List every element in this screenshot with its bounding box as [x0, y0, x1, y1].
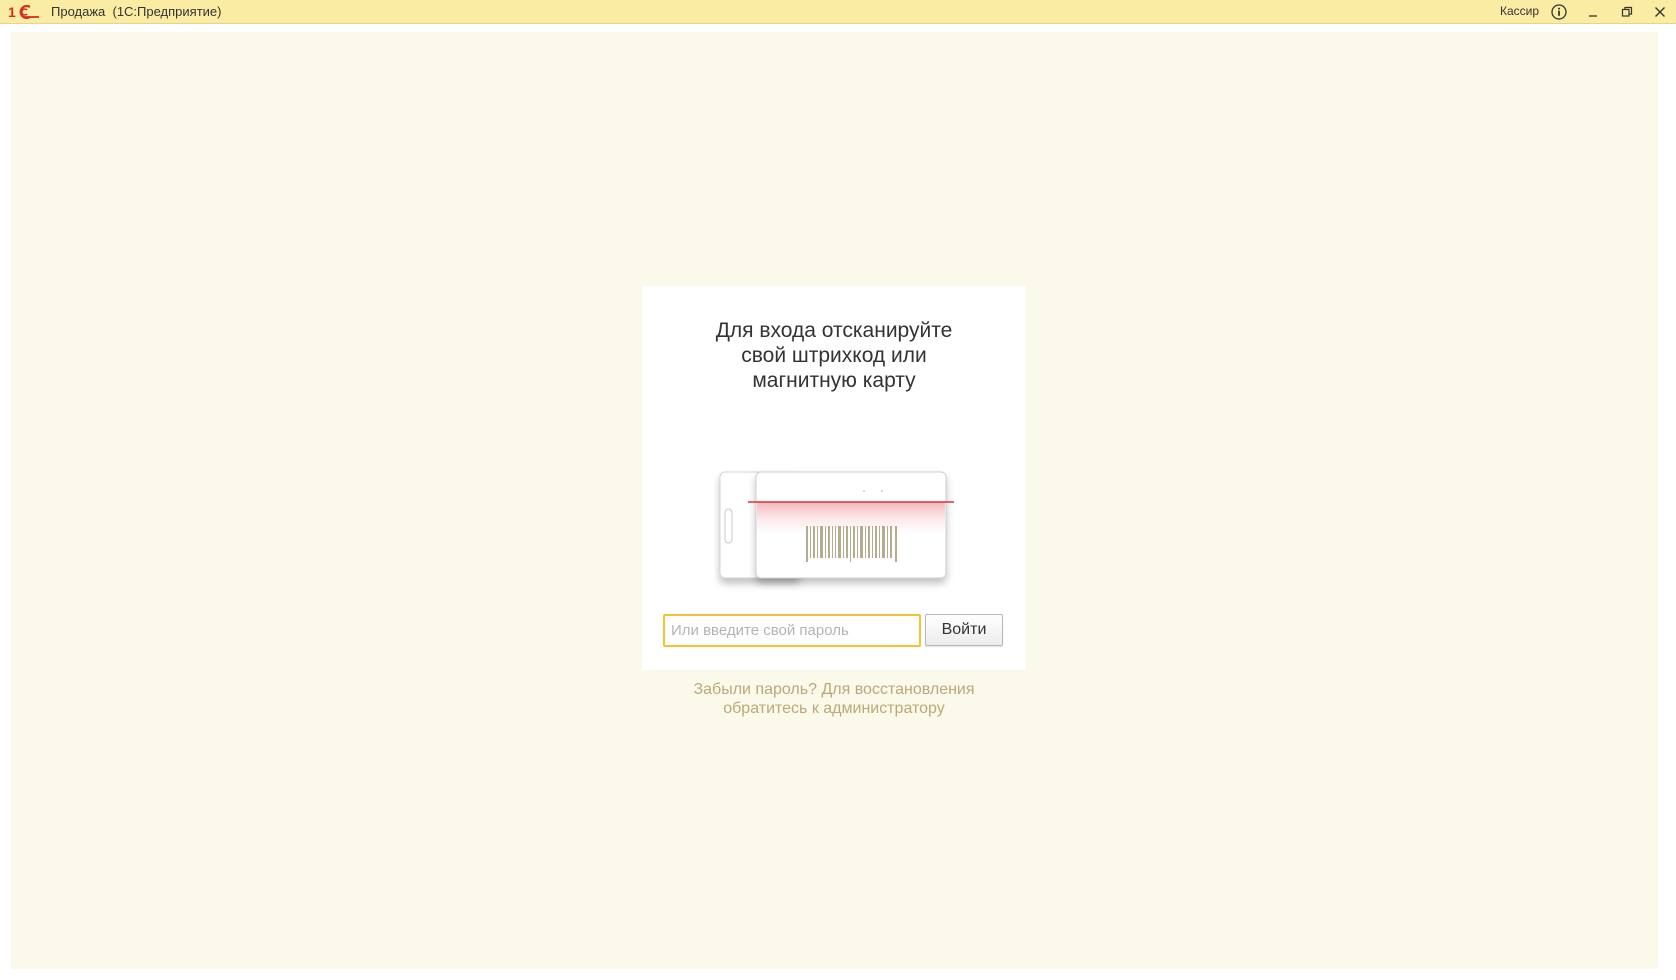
login-heading-line: магнитную карту [752, 369, 916, 392]
login-heading: Для входа отсканируйте свой штрихкод или… [642, 318, 1026, 393]
forgot-password-line: обратитесь к администратору [723, 700, 945, 717]
barcode-scan-illustration [719, 471, 954, 579]
forgot-password-line: Забыли пароль? Для восстановления [693, 681, 975, 698]
1c-logo-icon: 1 [8, 4, 39, 20]
info-icon[interactable] [1549, 2, 1569, 22]
password-input[interactable] [663, 614, 921, 647]
login-heading-line: свой штрихкод или [741, 344, 927, 367]
svg-text:1: 1 [8, 4, 16, 20]
close-icon[interactable] [1650, 2, 1670, 22]
forgot-password-hint: Забыли пароль? Для восстановления обрати… [642, 680, 1026, 718]
login-button[interactable]: Войти [925, 614, 1003, 646]
current-user[interactable]: Кассир [1500, 4, 1539, 18]
minimize-icon[interactable] [1583, 2, 1603, 22]
window-title: Продажа (1С:Предприятие) [51, 4, 222, 19]
login-panel: Для входа отсканируйте свой штрихкод или… [642, 286, 1026, 670]
title-bar: 1 Продажа (1С:Предприятие) Кассир [0, 0, 1676, 24]
restore-icon[interactable] [1617, 2, 1637, 22]
login-heading-line: Для входа отсканируйте [715, 319, 953, 342]
